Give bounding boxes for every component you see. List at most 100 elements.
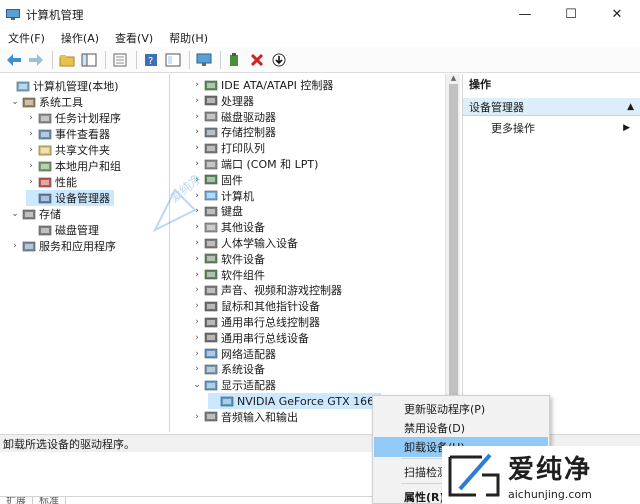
collapse-up-icon[interactable]: ▲ bbox=[627, 102, 634, 112]
console-tree-item[interactable]: ⌄ 存储 bbox=[10, 206, 61, 222]
uninstall-device-button[interactable] bbox=[247, 50, 266, 69]
scroll-up-arrow-icon[interactable]: ▲ bbox=[446, 74, 461, 84]
port-icon bbox=[204, 159, 218, 169]
device-category[interactable]: › 其他设备 bbox=[192, 219, 265, 235]
console-tree-item[interactable]: › 任务计划程序 bbox=[26, 110, 121, 126]
back-button[interactable] bbox=[4, 50, 23, 69]
network-adapter-icon bbox=[204, 348, 218, 359]
expand-chevron-icon[interactable]: › bbox=[192, 206, 202, 216]
maximize-button[interactable]: ☐ bbox=[548, 0, 594, 29]
console-tree-item[interactable]: 磁盘管理 bbox=[26, 222, 99, 238]
console-tree-item[interactable]: 设备管理器 bbox=[26, 190, 114, 206]
expand-chevron-icon[interactable]: › bbox=[192, 175, 202, 185]
expand-chevron-icon[interactable]: › bbox=[192, 254, 202, 264]
expand-chevron-icon[interactable]: ⌄ bbox=[10, 97, 20, 107]
expand-chevron-icon[interactable]: › bbox=[192, 191, 202, 201]
expand-chevron-icon[interactable]: › bbox=[26, 113, 36, 123]
console-tree-item[interactable]: › 本地用户和组 bbox=[26, 158, 121, 174]
device-category[interactable]: › 网络适配器 bbox=[192, 346, 276, 362]
expand-chevron-icon[interactable]: › bbox=[192, 412, 202, 422]
expand-chevron-icon[interactable]: › bbox=[192, 301, 202, 311]
expand-chevron-icon[interactable]: › bbox=[192, 112, 202, 122]
console-tree-label: 服务和应用程序 bbox=[39, 240, 116, 253]
device-item-gpu[interactable]: NVIDIA GeForce GTX 1660 bbox=[208, 393, 382, 409]
expand-chevron-icon[interactable]: › bbox=[192, 159, 202, 169]
device-category[interactable]: › 系统设备 bbox=[192, 361, 265, 377]
console-tree-item[interactable]: › 性能 bbox=[26, 174, 77, 190]
expand-chevron-icon[interactable]: › bbox=[26, 145, 36, 155]
expand-chevron-icon[interactable]: › bbox=[192, 222, 202, 232]
expand-chevron-icon[interactable]: › bbox=[192, 270, 202, 280]
properties-button[interactable] bbox=[163, 50, 182, 69]
device-category[interactable]: › 鼠标和其他指针设备 bbox=[192, 298, 320, 314]
expand-chevron-icon[interactable]: ⌄ bbox=[192, 380, 202, 390]
expand-chevron-icon[interactable]: › bbox=[192, 333, 202, 343]
expand-chevron-icon[interactable]: › bbox=[192, 80, 202, 90]
device-category[interactable]: › 声音、视频和游戏控制器 bbox=[192, 282, 342, 298]
device-category[interactable]: › 通用串行总线设备 bbox=[192, 330, 309, 346]
red-x-icon bbox=[250, 53, 263, 66]
device-category[interactable]: › 计算机 bbox=[192, 188, 254, 204]
tab-standard[interactable]: 标准 bbox=[33, 497, 66, 504]
device-category[interactable]: › 音频输入和输出 bbox=[192, 409, 298, 425]
expand-chevron-icon[interactable]: › bbox=[192, 317, 202, 327]
services-icon bbox=[22, 241, 36, 251]
expand-chevron-icon[interactable]: › bbox=[10, 241, 20, 251]
device-category[interactable]: › 人体学输入设备 bbox=[192, 235, 298, 251]
menu-bar: 文件(F) 操作(A) 查看(V) 帮助(H) bbox=[0, 29, 640, 47]
expand-chevron-icon[interactable]: › bbox=[192, 349, 202, 359]
actions-pane: 操作 设备管理器 ▲ 更多操作 ▶ bbox=[462, 74, 640, 432]
device-category[interactable]: › 软件设备 bbox=[192, 251, 265, 267]
device-category[interactable]: › 处理器 bbox=[192, 93, 254, 109]
menu-help[interactable]: 帮助(H) bbox=[161, 30, 216, 46]
scan-hardware-button[interactable] bbox=[194, 50, 213, 69]
scrollbar-thumb[interactable] bbox=[449, 84, 458, 400]
device-category[interactable]: › 磁盘驱动器 bbox=[192, 109, 276, 125]
device-category[interactable]: ⌄ 显示适配器 bbox=[192, 377, 276, 393]
toolbar-separator bbox=[220, 50, 221, 69]
context-menu-item[interactable]: 禁用设备(D) bbox=[374, 418, 548, 438]
device-category[interactable]: › 打印队列 bbox=[192, 140, 265, 156]
device-category[interactable]: › 通用串行总线控制器 bbox=[192, 314, 320, 330]
computer-management-icon bbox=[16, 81, 30, 91]
console-tree-item[interactable]: › 事件查看器 bbox=[26, 126, 110, 142]
forward-button[interactable] bbox=[26, 50, 45, 69]
device-category[interactable]: › 存储控制器 bbox=[192, 124, 276, 140]
console-tree-item[interactable]: ⌄ 系统工具 bbox=[10, 94, 83, 110]
enable-device-button[interactable] bbox=[269, 50, 288, 69]
close-button[interactable]: ✕ bbox=[594, 0, 640, 29]
expand-chevron-icon[interactable]: › bbox=[192, 143, 202, 153]
export-list-button[interactable] bbox=[110, 50, 129, 69]
menu-view[interactable]: 查看(V) bbox=[107, 30, 161, 46]
expand-chevron-icon[interactable]: › bbox=[26, 177, 36, 187]
console-tree-item[interactable]: › 服务和应用程序 bbox=[10, 238, 116, 254]
console-tree-item[interactable]: › 共享文件夹 bbox=[26, 142, 110, 158]
device-category[interactable]: › 端口 (COM 和 LPT) bbox=[192, 156, 318, 172]
expand-chevron-icon[interactable]: › bbox=[192, 127, 202, 137]
expand-chevron-icon[interactable]: ⌄ bbox=[10, 209, 20, 219]
device-category[interactable]: › 固件 bbox=[192, 172, 243, 188]
actions-section-device-manager[interactable]: 设备管理器 ▲ bbox=[463, 98, 640, 116]
device-tree-scrollbar[interactable]: ▲ ▼ bbox=[445, 74, 460, 432]
device-category[interactable]: › IDE ATA/ATAPI 控制器 bbox=[192, 77, 333, 93]
console-tree-label: 性能 bbox=[55, 176, 77, 189]
minimize-button[interactable]: — bbox=[502, 0, 548, 29]
device-category[interactable]: › 键盘 bbox=[192, 203, 243, 219]
show-hide-tree-button[interactable] bbox=[79, 50, 98, 69]
expand-chevron-icon[interactable]: › bbox=[192, 96, 202, 106]
console-tree-item[interactable]: 计算机管理(本地) bbox=[4, 78, 119, 94]
expand-chevron-icon[interactable]: › bbox=[26, 129, 36, 139]
expand-chevron-icon[interactable]: › bbox=[26, 161, 36, 171]
more-actions-item[interactable]: 更多操作 ▶ bbox=[463, 118, 640, 138]
expand-chevron-icon[interactable]: › bbox=[192, 364, 202, 374]
menu-action[interactable]: 操作(A) bbox=[53, 30, 107, 46]
menu-file[interactable]: 文件(F) bbox=[0, 30, 53, 46]
device-category[interactable]: › 软件组件 bbox=[192, 267, 265, 283]
tab-extended[interactable]: 扩展 bbox=[0, 497, 33, 504]
up-folder-button[interactable] bbox=[57, 50, 76, 69]
help-button[interactable]: ? bbox=[141, 50, 160, 69]
expand-chevron-icon[interactable]: › bbox=[192, 285, 202, 295]
expand-chevron-icon[interactable]: › bbox=[192, 238, 202, 248]
context-menu-item[interactable]: 更新驱动程序(P) bbox=[374, 399, 548, 419]
update-driver-button[interactable] bbox=[225, 50, 244, 69]
